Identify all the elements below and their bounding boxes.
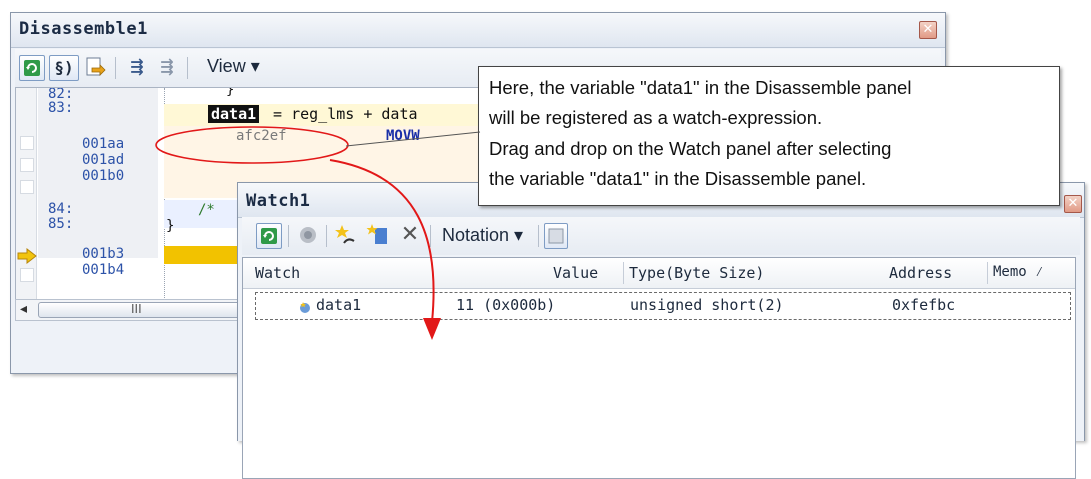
- disassemble-close-icon[interactable]: ✕: [919, 21, 937, 39]
- asm-mnemonic: MOVW: [386, 128, 420, 144]
- scroll-left-arrow-icon[interactable]: ◂: [20, 301, 27, 317]
- column-header-type[interactable]: Type(Byte Size): [629, 264, 764, 282]
- watch-panel: Watch1 ✕ ✕ Notation ▾ Watch Value Type(B…: [237, 182, 1085, 479]
- asm-address: 001ad: [82, 152, 125, 168]
- line-number: 84:: [48, 201, 74, 217]
- view-menu[interactable]: View ▾: [207, 56, 260, 77]
- watch-toolbar: ✕ Notation ▾: [242, 217, 1080, 255]
- watch-close-icon[interactable]: ✕: [1064, 195, 1082, 213]
- asm-address-label: afc2ef: [236, 128, 287, 144]
- toolbar-separator: [430, 225, 431, 247]
- scrollbar-grip: III: [131, 302, 142, 316]
- callout-line: the variable "data1" in the Disassemble …: [489, 168, 867, 189]
- source-brace: }: [166, 218, 175, 234]
- memory-view-icon[interactable]: [296, 223, 320, 247]
- breakpoint-gutter[interactable]: [16, 88, 37, 300]
- column-header-address[interactable]: Address: [889, 264, 952, 282]
- code-display-icon[interactable]: §): [49, 55, 79, 81]
- toolbar-separator: [538, 225, 539, 247]
- watch-title: Watch1: [246, 191, 311, 211]
- column-divider: [987, 262, 988, 284]
- breakpoint-slot[interactable]: [20, 180, 34, 194]
- breakpoint-slot[interactable]: [20, 136, 34, 150]
- add-watch-icon[interactable]: [334, 223, 358, 247]
- source-statement: = reg_lms + data: [264, 105, 418, 123]
- disassemble-title-bar[interactable]: Disassemble1 ✕: [11, 13, 945, 48]
- instruction-callout: Here, the variable "data1" in the Disass…: [478, 66, 1060, 206]
- breakpoint-slot[interactable]: [20, 158, 34, 172]
- asm-address: 001b3: [82, 246, 125, 262]
- callout-line: Here, the variable "data1" in the Disass…: [489, 77, 912, 98]
- table-row[interactable]: data1 11 (0x000b) unsigned short(2) 0xfe…: [255, 292, 1071, 320]
- toolbar-separator: [115, 57, 116, 79]
- asm-address: 001b4: [82, 262, 125, 278]
- scrollbar-thumb[interactable]: III: [38, 302, 244, 318]
- callout-line: will be registered as a watch-expression…: [489, 107, 823, 128]
- selected-source-line[interactable]: data1 = reg_lms + data: [164, 104, 494, 126]
- watch-table-header: Watch Value Type(Byte Size) Address Memo…: [243, 258, 1075, 289]
- watch-type-cell: unsigned short(2): [630, 296, 784, 314]
- jump-to-source-icon[interactable]: [83, 55, 107, 79]
- disassemble-title: Disassemble1: [19, 19, 148, 39]
- line-number: 85:: [48, 216, 74, 232]
- horizontal-scrollbar[interactable]: ◂ III: [15, 299, 247, 321]
- source-brace: }: [226, 87, 235, 98]
- toolbar-separator: [288, 225, 289, 247]
- watch-name-cell: data1: [316, 296, 362, 314]
- add-folder-icon[interactable]: [366, 223, 390, 247]
- column-header-memo[interactable]: Memo ⁄: [993, 264, 1044, 281]
- hex-notation-icon[interactable]: [544, 223, 568, 249]
- selected-variable-data1[interactable]: data1: [208, 105, 260, 123]
- toolbar-separator: [187, 57, 188, 79]
- asm-address: 001aa: [82, 136, 125, 152]
- refresh-icon[interactable]: [19, 55, 45, 81]
- refresh-icon[interactable]: [256, 223, 282, 249]
- step-return-icon[interactable]: ⇶: [155, 55, 179, 79]
- column-header-watch[interactable]: Watch: [255, 264, 300, 282]
- step-over-icon[interactable]: ⇶: [125, 55, 149, 79]
- callout-line: Drag and drop on the Watch panel after s…: [489, 138, 892, 159]
- watch-variable-icon: [300, 300, 314, 319]
- toolbar-separator: [326, 225, 327, 247]
- notation-menu[interactable]: Notation ▾: [442, 225, 523, 246]
- current-line-highlight: [164, 246, 244, 264]
- column-header-value[interactable]: Value: [553, 264, 598, 282]
- watch-table[interactable]: Watch Value Type(Byte Size) Address Memo…: [242, 257, 1076, 479]
- source-comment: /*: [198, 202, 215, 218]
- watch-address-cell: 0xfefbc: [892, 296, 956, 314]
- column-divider: [623, 262, 624, 284]
- watch-value-cell[interactable]: 11 (0x000b): [456, 296, 555, 314]
- line-number: 83:: [48, 100, 74, 116]
- delete-icon[interactable]: ✕: [398, 223, 422, 247]
- asm-address: 001b0: [82, 168, 125, 184]
- current-pc-arrow-icon: [17, 247, 37, 269]
- breakpoint-slot[interactable]: [20, 268, 34, 282]
